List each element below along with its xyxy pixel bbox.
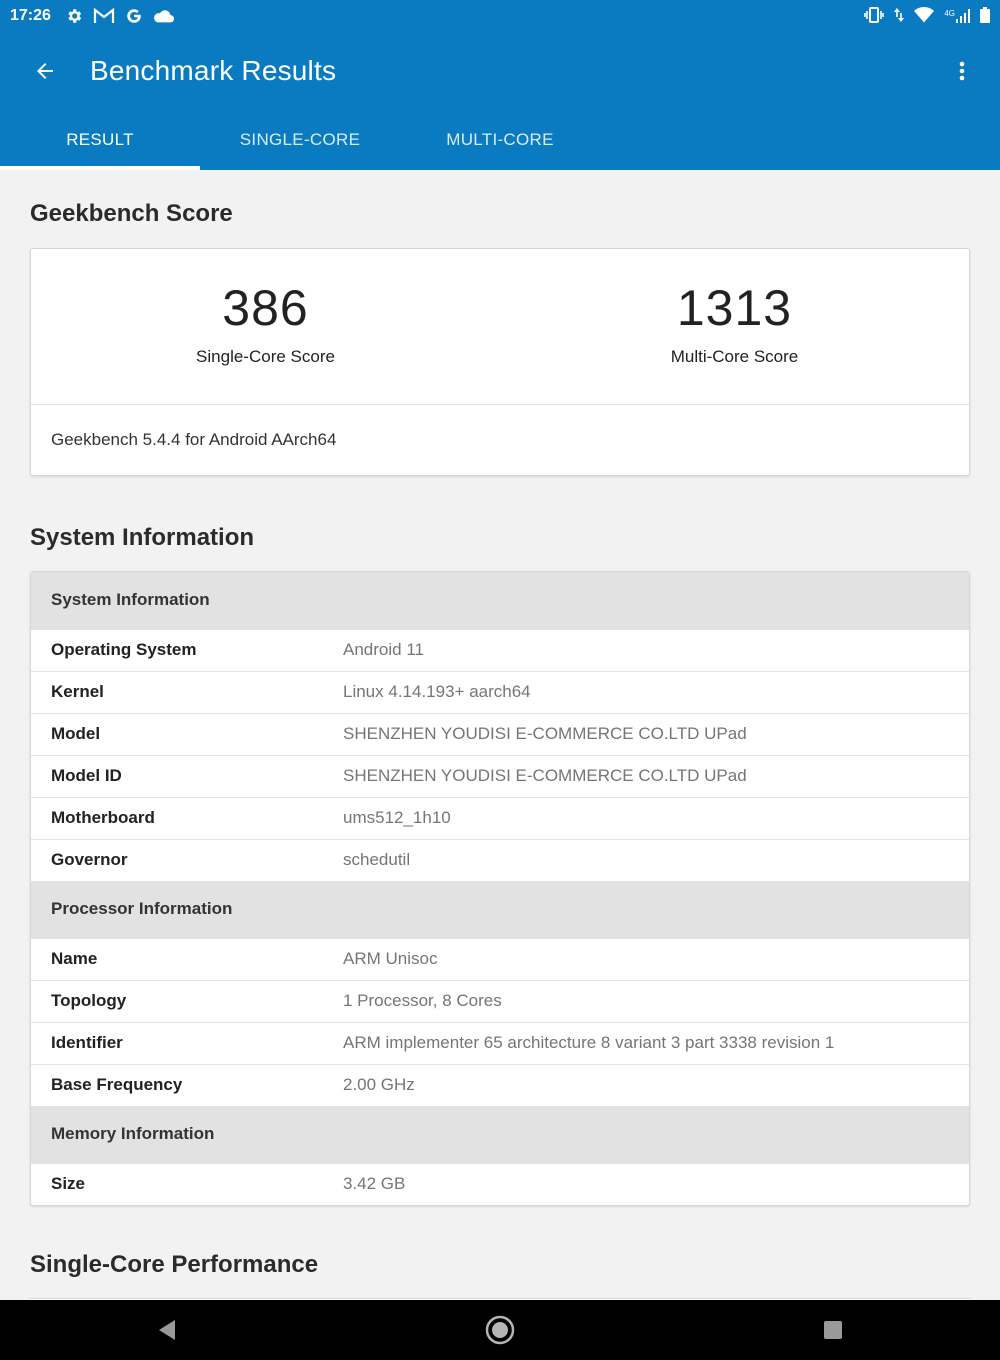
row-value: SHENZHEN YOUDISI E-COMMERCE CO.LTD UPad xyxy=(343,712,969,755)
geekbench-score-heading: Geekbench Score xyxy=(30,200,233,227)
battery-icon xyxy=(980,6,990,26)
row-value: ARM implementer 65 architecture 8 varian… xyxy=(343,1021,969,1064)
group-header: Memory Information xyxy=(31,1106,969,1163)
arrow-back-icon xyxy=(37,63,53,79)
multi-core-score-label: Multi-Core Score xyxy=(670,347,799,366)
row-key: Name xyxy=(31,937,343,980)
row-key: Operating System xyxy=(31,628,343,671)
row-value: schedutil xyxy=(343,838,969,881)
tab-single-core[interactable]: SINGLE-CORE xyxy=(200,110,400,170)
gmail-icon xyxy=(93,8,115,24)
group-title-processor: Processor Information xyxy=(31,881,969,938)
table-row: Base Frequency 2.00 GHz xyxy=(31,1063,969,1106)
row-key: Topology xyxy=(31,979,343,1022)
vibrate-icon xyxy=(864,6,885,26)
row-key: Model ID xyxy=(31,754,343,797)
tab-multi-core[interactable]: MULTI-CORE xyxy=(400,110,600,170)
table-row: Motherboard ums512_1h10 xyxy=(31,796,969,839)
scores-row: 386 Single-Core Score 1313 Multi-Core Sc… xyxy=(31,249,969,405)
row-key: Size xyxy=(31,1162,343,1205)
more-vert-icon xyxy=(959,61,965,81)
status-bar: 17:26 4G xyxy=(0,0,1000,32)
table-row: Operating System Android 11 xyxy=(31,628,969,671)
system-information-heading: System Information xyxy=(30,524,255,551)
row-key: Base Frequency xyxy=(31,1063,343,1106)
tab-bar: RESULT SINGLE-CORE MULTI-CORE xyxy=(0,110,1000,170)
row-value: 1 Processor, 8 Cores xyxy=(343,979,969,1022)
square-recents-icon xyxy=(824,1321,843,1339)
group-title-system: System Information xyxy=(31,572,969,629)
data-arrows-icon xyxy=(894,7,905,26)
single-core-score: 386 Single-Core Score xyxy=(31,249,500,404)
table-row: Size 3.42 GB xyxy=(31,1162,969,1205)
system-information-table: System Information Operating System Andro… xyxy=(31,572,969,1205)
table-row: Model ID SHENZHEN YOUDISI E-COMMERCE CO.L… xyxy=(31,754,969,797)
table-row: Governor schedutil xyxy=(31,838,969,881)
signal-icon: 4G xyxy=(944,9,970,23)
geekbench-score-card: 386 Single-Core Score 1313 Multi-Core Sc… xyxy=(30,248,970,476)
geekbench-version: Geekbench 5.4.4 for Android AArch64 xyxy=(51,430,337,449)
google-icon xyxy=(125,7,143,25)
row-key: Governor xyxy=(31,838,343,881)
gear-icon xyxy=(65,7,83,25)
system-information-card: System Information Operating System Andro… xyxy=(30,571,970,1206)
row-key: Identifier xyxy=(31,1021,343,1064)
single-core-performance-heading: Single-Core Performance xyxy=(30,1251,319,1278)
table-row: Name ARM Unisoc xyxy=(31,937,969,980)
row-key: Kernel xyxy=(31,670,343,713)
nav-back-button[interactable] xyxy=(127,1300,207,1360)
row-key: Motherboard xyxy=(31,796,343,839)
single-core-score-label: Single-Core Score xyxy=(196,347,335,366)
navigation-bar xyxy=(0,1300,1000,1360)
network-label: 4G xyxy=(944,9,955,18)
table-row: Topology 1 Processor, 8 Cores xyxy=(31,979,969,1022)
app-bar: Benchmark Results xyxy=(0,32,1000,110)
more-options-button[interactable] xyxy=(924,32,1000,110)
group-title-memory: Memory Information xyxy=(31,1106,969,1163)
table-row: Kernel Linux 4.14.193+ aarch64 xyxy=(31,670,969,713)
back-button[interactable] xyxy=(0,32,90,110)
group-header: System Information xyxy=(31,572,969,629)
triangle-back-icon xyxy=(158,1320,175,1340)
results-content[interactable]: Geekbench Score 386 Single-Core Score 13… xyxy=(0,170,1000,1300)
group-header: Processor Information xyxy=(31,881,969,938)
nav-recents-button[interactable] xyxy=(793,1300,873,1360)
multi-core-score: 1313 Multi-Core Score xyxy=(500,249,969,404)
wifi-icon xyxy=(914,6,935,26)
row-value: SHENZHEN YOUDISI E-COMMERCE CO.LTD UPad xyxy=(343,754,969,797)
row-value: Linux 4.14.193+ aarch64 xyxy=(343,670,969,713)
multi-core-score-value: 1313 xyxy=(676,280,793,336)
row-value: ums512_1h10 xyxy=(343,796,969,839)
home-circle-icon xyxy=(485,1315,515,1345)
single-core-score-value: 386 xyxy=(222,280,309,336)
nav-home-button[interactable] xyxy=(460,1300,540,1360)
table-row: Identifier ARM implementer 65 architectur… xyxy=(31,1021,969,1064)
row-key: Model xyxy=(31,712,343,755)
page-title: Benchmark Results xyxy=(90,55,337,86)
status-time: 17:26 xyxy=(10,7,51,24)
tab-result[interactable]: RESULT xyxy=(0,110,200,170)
cloud-icon xyxy=(153,8,175,24)
row-value: 3.42 GB xyxy=(343,1162,969,1205)
row-value: ARM Unisoc xyxy=(343,937,969,980)
row-value: 2.00 GHz xyxy=(343,1063,969,1106)
table-row: Model SHENZHEN YOUDISI E-COMMERCE CO.LTD … xyxy=(31,712,969,755)
row-value: Android 11 xyxy=(343,628,969,671)
